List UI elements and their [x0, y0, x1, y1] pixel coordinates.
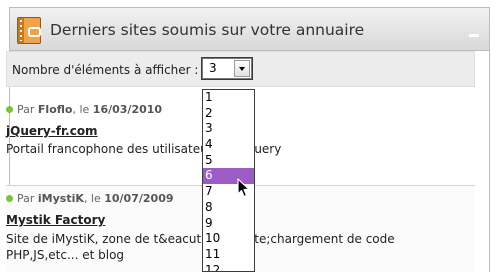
site-link[interactable]: Mystik Factory: [6, 213, 105, 227]
minimize-icon[interactable]: [469, 34, 479, 37]
display-count-toolbar: Nombre d'éléments à afficher : 3: [6, 51, 475, 87]
entry-date: 16/03/2010: [92, 103, 163, 116]
dropdown-option[interactable]: 1: [203, 90, 254, 106]
dropdown-option[interactable]: 5: [203, 153, 254, 169]
dropdown-option[interactable]: 11: [203, 247, 254, 263]
meta-prefix: Par: [17, 103, 35, 116]
date-prefix: , le: [72, 103, 90, 116]
entry-author[interactable]: iMystiK: [38, 192, 84, 205]
entry-date: 10/07/2009: [104, 192, 174, 205]
count-select-value: 3: [209, 61, 217, 75]
widget-title: Derniers sites soumis sur votre annuaire: [50, 21, 365, 39]
count-label: Nombre d'éléments à afficher :: [12, 63, 199, 77]
status-dot-icon: [6, 106, 13, 113]
entry-author[interactable]: Floflo: [38, 103, 73, 116]
dropdown-option[interactable]: 2: [203, 106, 254, 122]
dropdown-option[interactable]: 12: [203, 263, 254, 271]
dropdown-option[interactable]: 9: [203, 216, 254, 232]
date-prefix: , le: [83, 192, 101, 205]
dropdown-option[interactable]: 4: [203, 137, 254, 153]
dropdown-option[interactable]: 3: [203, 121, 254, 137]
widget-header: Derniers sites soumis sur votre annuaire: [10, 8, 489, 51]
status-dot-icon: [6, 195, 13, 202]
mouse-pointer-icon: [237, 178, 250, 198]
count-select[interactable]: 3: [201, 57, 253, 80]
site-link[interactable]: jQuery-fr.com: [6, 124, 98, 138]
entry-meta: Par iMystiK, le 10/07/2009: [6, 192, 174, 205]
meta-prefix: Par: [17, 192, 35, 205]
entry-meta: Par Floflo, le 16/03/2010: [6, 103, 162, 116]
dropdown-option[interactable]: 10: [203, 231, 254, 247]
address-book-icon: [17, 17, 41, 44]
dropdown-option[interactable]: 8: [203, 200, 254, 216]
chevron-down-icon[interactable]: [234, 60, 250, 77]
